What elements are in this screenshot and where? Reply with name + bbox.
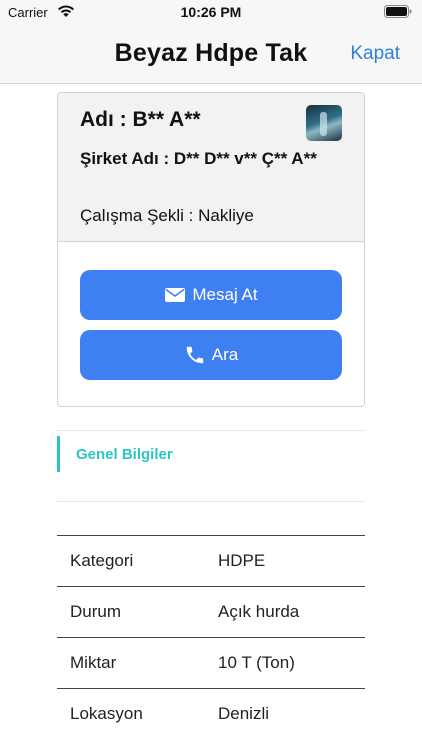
call-button-label: Ara [211, 345, 239, 364]
row-value: Denizli [218, 704, 270, 723]
work-type: Çalışma Şekli : Nakliye [80, 206, 254, 225]
divider [57, 501, 365, 502]
table-row: Miktar 10 T (Ton) [57, 637, 365, 688]
row-value: Açık hurda [218, 602, 300, 621]
info-table: Kategori HDPE Durum Açık hurda Miktar 10… [57, 535, 365, 739]
table-row: Lokasyon Denizli [57, 688, 365, 739]
tab-active-indicator [57, 436, 60, 472]
close-button[interactable]: Kapat [350, 43, 400, 65]
message-button[interactable]: Mesaj At [80, 270, 342, 320]
seller-info: Adı : B** A** Şirket Adı : D** D** v** Ç… [58, 93, 364, 242]
seller-name: Adı : B** A** [80, 108, 201, 131]
phone-icon [186, 346, 204, 364]
row-key: Miktar [70, 653, 117, 672]
message-button-label: Mesaj At [192, 285, 258, 304]
row-value: HDPE [218, 551, 266, 570]
tab-general-info[interactable]: Genel Bilgiler [76, 446, 173, 463]
avatar [306, 105, 342, 141]
company-name: Şirket Adı : D** D** v** Ç** A** [80, 149, 317, 168]
divider [57, 430, 365, 431]
envelope-icon [165, 288, 186, 302]
navigation-bar: Beyaz Hdpe Tak Kapat [0, 26, 422, 84]
row-value: 10 T (Ton) [218, 653, 295, 672]
battery-icon [384, 5, 412, 18]
row-key: Kategori [70, 551, 134, 570]
row-key: Lokasyon [70, 704, 143, 723]
seller-card: Adı : B** A** Şirket Adı : D** D** v** Ç… [57, 92, 365, 407]
row-key: Durum [70, 602, 122, 621]
table-row: Kategori HDPE [57, 535, 365, 586]
table-row: Durum Açık hurda [57, 586, 365, 637]
status-bar: Carrier 10:26 PM [0, 0, 422, 26]
clock: 10:26 PM [180, 4, 242, 20]
avatar-image [320, 112, 327, 136]
call-button[interactable]: Ara [80, 330, 342, 380]
